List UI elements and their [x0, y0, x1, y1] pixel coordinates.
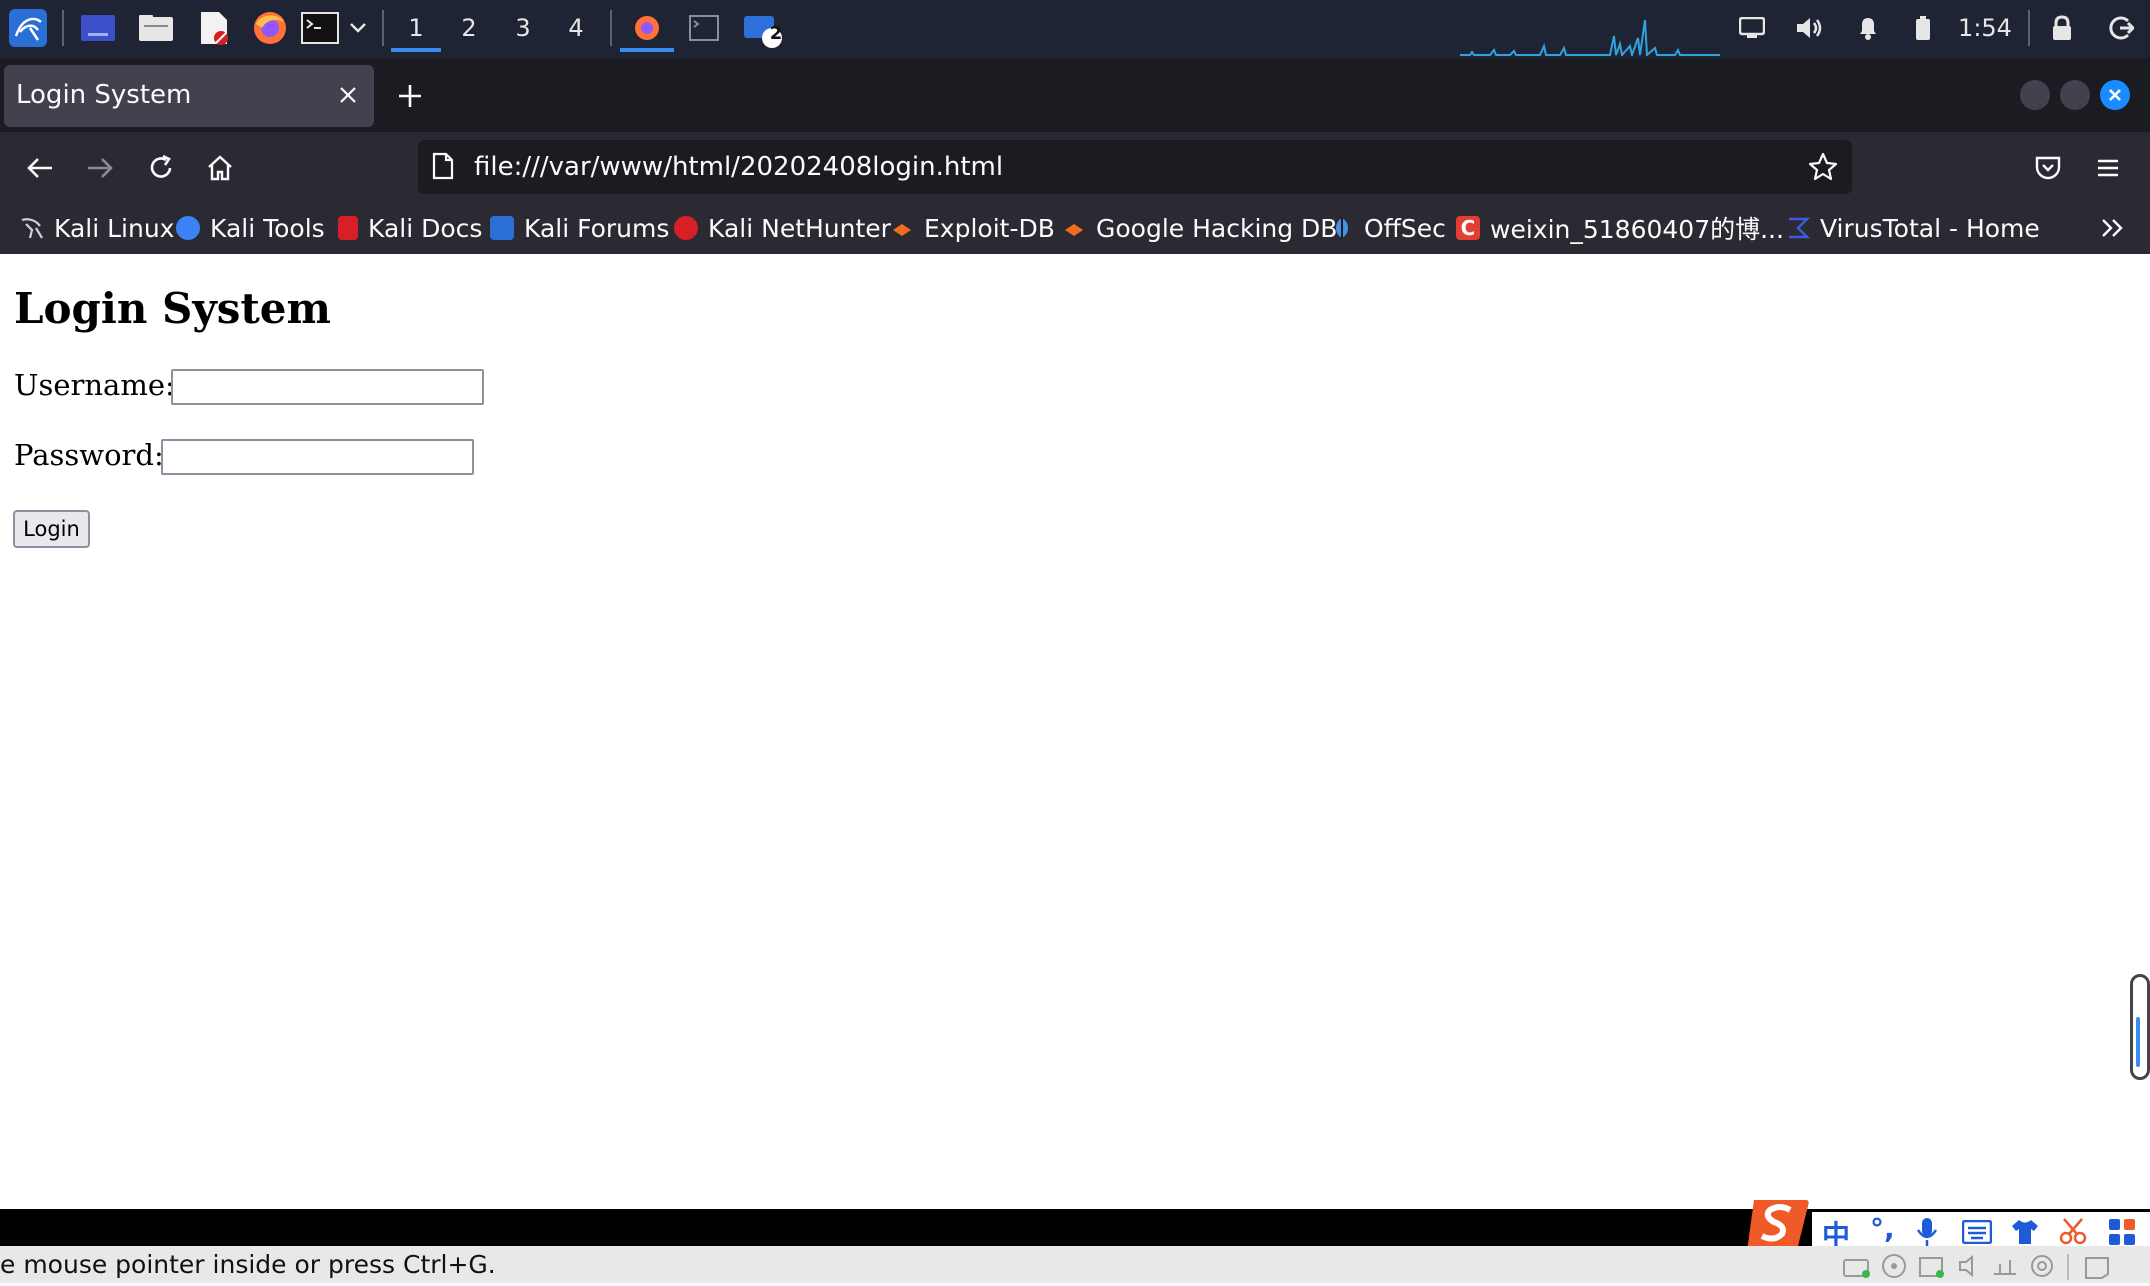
kali-forums-icon: [490, 216, 514, 240]
taskbar-separator: [2028, 10, 2030, 46]
show-desktop-icon[interactable]: [76, 8, 120, 48]
workspace-2[interactable]: 2: [444, 10, 494, 46]
bookmark-exploit-db[interactable]: Exploit-DB: [890, 202, 1055, 254]
page-title: Login System: [14, 284, 331, 333]
back-icon[interactable]: [20, 148, 60, 188]
bookmark-offsec[interactable]: OffSec: [1330, 202, 1446, 254]
bookmark-kali-linux[interactable]: Kali Linux: [20, 202, 174, 254]
ime-punctuation[interactable]: °,: [1870, 1212, 1895, 1245]
workspace-4[interactable]: 4: [551, 10, 601, 46]
scrollbar-thumb[interactable]: [2136, 1017, 2140, 1067]
minimize-button[interactable]: [2020, 80, 2050, 110]
url-text[interactable]: file:///var/www/html/20202408login.html: [474, 152, 1003, 182]
folder-window-icon[interactable]: 2: [742, 8, 786, 48]
bookmark-kali-tools[interactable]: Kali Tools: [176, 202, 325, 254]
lock-icon[interactable]: [2046, 10, 2078, 46]
file-manager-icon[interactable]: [134, 8, 178, 48]
forward-icon[interactable]: [80, 148, 120, 188]
bookmark-virustotal[interactable]: VirusTotal - Home: [1786, 202, 2040, 254]
kali-docs-icon: [338, 216, 358, 240]
taskbar-separator: [382, 10, 384, 46]
nethunter-icon: [674, 216, 698, 240]
kali-tools-icon: [176, 216, 200, 240]
vm-device-icons: [1840, 1252, 2140, 1280]
page-content: Login System Username: Password: Login: [0, 254, 2150, 1209]
firefox-launcher-icon[interactable]: [248, 8, 292, 48]
close-window-button[interactable]: [2100, 80, 2130, 110]
new-tab-icon[interactable]: [392, 78, 428, 114]
tab-login-system[interactable]: Login System: [4, 65, 374, 127]
close-icon: [2109, 89, 2121, 101]
bookmark-weixin-blog[interactable]: C weixin_51860407的博...: [1456, 202, 1784, 254]
text-editor-icon[interactable]: [192, 8, 236, 48]
logout-icon[interactable]: [2104, 10, 2138, 46]
password-input[interactable]: [161, 439, 474, 475]
vm-status-bar: e mouse pointer inside or press Ctrl+G.: [0, 1246, 2150, 1283]
bookmarks-overflow-icon[interactable]: [2100, 202, 2126, 254]
network-graph: [1460, 8, 1720, 59]
terminal-window-icon[interactable]: [682, 8, 726, 48]
clock[interactable]: 1:54: [1954, 10, 2016, 46]
bookmark-kali-docs[interactable]: Kali Docs: [338, 202, 482, 254]
offsec-icon: [1330, 216, 1354, 240]
chevron-down-icon[interactable]: [340, 8, 376, 48]
tab-close-icon[interactable]: [332, 79, 364, 111]
home-icon[interactable]: [200, 148, 240, 188]
terminal-launcher-icon[interactable]: [298, 8, 342, 48]
sogou-ime-logo[interactable]: [1746, 1194, 1812, 1252]
pocket-icon[interactable]: [2030, 150, 2066, 186]
menu-icon[interactable]: [2090, 150, 2126, 186]
volume-icon[interactable]: [1792, 10, 1828, 46]
ghdb-icon: [1062, 216, 1086, 240]
bookmarks-toolbar: Kali Linux Kali Tools Kali Docs Kali For…: [0, 202, 2150, 254]
tab-title: Login System: [16, 80, 192, 110]
bell-icon[interactable]: [1852, 10, 1884, 46]
url-bar[interactable]: file:///var/www/html/20202408login.html: [418, 140, 1852, 194]
bookmark-star-icon[interactable]: [1808, 152, 1838, 189]
kali-dragon-icon: [20, 216, 44, 240]
scrollbar[interactable]: [2130, 974, 2150, 1080]
workspace-3[interactable]: 3: [498, 10, 548, 46]
exploit-db-icon: [890, 216, 914, 240]
username-input[interactable]: [171, 369, 484, 405]
screen-icon[interactable]: [1734, 10, 1770, 46]
maximize-button[interactable]: [2060, 80, 2090, 110]
scissors-icon[interactable]: [2058, 1216, 2088, 1250]
bookmark-kali-nethunter[interactable]: Kali NetHunter: [674, 202, 891, 254]
login-button[interactable]: Login: [13, 510, 90, 548]
csdn-icon: C: [1456, 216, 1480, 240]
page-info-icon[interactable]: [432, 152, 454, 187]
bookmark-google-hacking-db[interactable]: Google Hacking DB: [1062, 202, 1337, 254]
window-count-badge: 2: [769, 23, 783, 44]
taskbar-separator: [610, 10, 612, 46]
bookmark-kali-forums[interactable]: Kali Forums: [490, 202, 669, 254]
taskbar-separator: [62, 10, 64, 46]
kali-menu-icon[interactable]: [6, 8, 50, 48]
battery-icon[interactable]: [1908, 10, 1938, 46]
username-label: Username:: [14, 368, 175, 402]
firefox-window-button[interactable]: [620, 10, 674, 52]
reload-icon[interactable]: [141, 148, 181, 188]
password-label: Password:: [14, 438, 164, 472]
taskbar: 1 2 3 4 2 1:54: [0, 0, 2150, 59]
status-message: e mouse pointer inside or press Ctrl+G.: [0, 1250, 496, 1279]
workspace-1[interactable]: 1: [391, 10, 441, 52]
virustotal-icon: [1786, 216, 1811, 240]
keyboard-icon[interactable]: [1961, 1219, 1993, 1248]
